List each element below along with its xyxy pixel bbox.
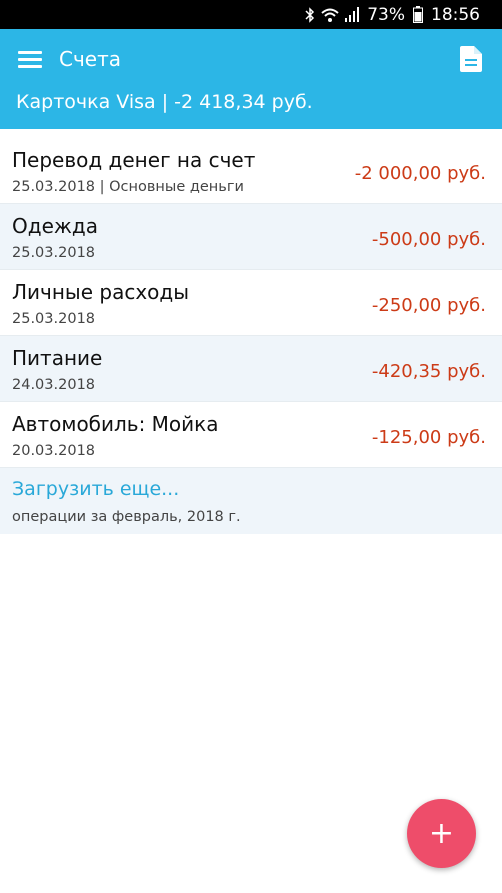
load-more-subtitle: операции за февраль, 2018 г. (12, 509, 241, 525)
transaction-amount: -420,35 руб. (371, 361, 486, 382)
battery-icon (413, 6, 423, 23)
clock: 18:56 (431, 4, 480, 25)
battery-percent: 73% (367, 4, 405, 25)
status-bar: 73% 18:56 (0, 0, 502, 29)
transaction-subtitle: 20.03.2018 (12, 443, 96, 459)
transaction-title: Одежда (12, 214, 98, 238)
load-more-button[interactable]: Загрузить еще... операции за февраль, 20… (0, 468, 502, 534)
transaction-amount: -500,00 руб. (371, 229, 486, 250)
transaction-title: Питание (12, 346, 103, 370)
transaction-title: Личные расходы (12, 280, 190, 304)
transaction-subtitle: 25.03.2018 | Основные деньги (12, 179, 244, 195)
transaction-title: Перевод денег на счет (12, 148, 256, 172)
table-row[interactable]: Одежда 25.03.2018 -500,00 руб. (0, 204, 502, 270)
bluetooth-icon (305, 6, 315, 23)
document-icon[interactable] (460, 46, 482, 72)
table-row[interactable]: Автомобиль: Мойка 20.03.2018 -125,00 руб… (0, 402, 502, 468)
transaction-list: Перевод денег на счет 25.03.2018 | Основ… (0, 138, 502, 534)
transaction-amount: -250,00 руб. (371, 295, 486, 316)
account-summary[interactable]: Карточка Visa | -2 418,34 руб. (16, 91, 313, 113)
wifi-icon (321, 8, 339, 22)
table-row[interactable]: Личные расходы 25.03.2018 -250,00 руб. (0, 270, 502, 336)
app-bar: Счета Карточка Visa | -2 418,34 руб. (0, 29, 502, 129)
table-row[interactable]: Питание 24.03.2018 -420,35 руб. (0, 336, 502, 402)
table-row[interactable]: Перевод денег на счет 25.03.2018 | Основ… (0, 138, 502, 204)
transaction-subtitle: 24.03.2018 (12, 377, 96, 393)
menu-icon[interactable] (18, 50, 42, 70)
add-transaction-button[interactable]: + (407, 799, 476, 868)
transaction-subtitle: 25.03.2018 (12, 245, 96, 261)
page-title: Счета (59, 47, 121, 71)
transaction-title: Автомобиль: Мойка (12, 412, 219, 436)
transaction-subtitle: 25.03.2018 (12, 311, 96, 327)
transaction-amount: -125,00 руб. (371, 427, 486, 448)
plus-icon: + (428, 816, 455, 851)
transaction-amount: -2 000,00 руб. (354, 163, 486, 184)
load-more-label: Загрузить еще... (12, 478, 180, 500)
signal-icon (345, 6, 360, 22)
status-icons (305, 6, 360, 23)
